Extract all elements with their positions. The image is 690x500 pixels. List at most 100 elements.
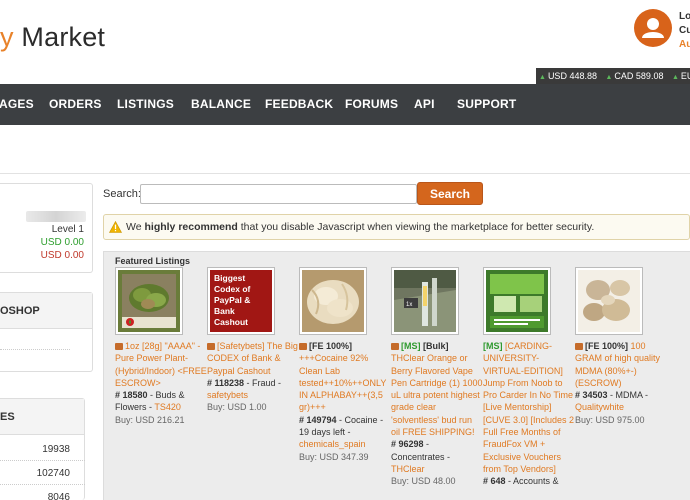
listing-vendor[interactable]: TS420 <box>154 402 181 412</box>
search-input[interactable] <box>140 184 417 204</box>
usd-balance: USD 0.00 <box>40 237 84 248</box>
listing-title[interactable]: 1oz [28g] "AAAA" -Pure Power Plant- (Hyb… <box>115 341 207 388</box>
thumb-line: PayPal & <box>214 295 250 305</box>
listing-thumbnail[interactable] <box>115 267 183 335</box>
nav-balance[interactable]: BALANCE <box>191 84 251 125</box>
listing-thumbnail[interactable] <box>575 267 643 335</box>
up-arrow-icon: ▲ <box>605 74 613 81</box>
cocaine-image-icon <box>302 270 364 332</box>
blurred-username <box>26 211 86 222</box>
codex-image-icon: Biggest Codex of PayPal & Bank Cashout <box>210 270 272 332</box>
listing-price: Buy: USD 216.21 <box>115 414 185 425</box>
main-nav: AGES ORDERS LISTINGS BALANCE FEEDBACK FO… <box>0 84 690 125</box>
nav-support[interactable]: SUPPORT <box>457 84 516 125</box>
vape-image-icon: 1x <box>394 270 456 332</box>
site-logo[interactable]: y Market <box>0 22 105 53</box>
search-label: Search: <box>103 188 141 200</box>
listing-price: Buy: USD 347.39 <box>299 451 369 462</box>
thumb-label: 1x <box>406 302 412 308</box>
logo-accent: y <box>0 22 14 52</box>
security-alert: We highly recommend that you disable Jav… <box>103 214 690 240</box>
listing-description: [FE 100%] +++Cocaine 92% Clean Lab teste… <box>299 340 391 463</box>
listing-category: - Accounts & <box>505 476 559 487</box>
listing-vendor[interactable]: THClear <box>391 464 425 474</box>
account-panel: Level 1 USD 0.00 USD 0.00 <box>0 183 93 273</box>
listing-description: [MS] [CARDING-UNIVERSITY-VIRTUAL-EDITION… <box>483 340 575 488</box>
account-level: Level 1 <box>51 224 84 235</box>
nav-feedback[interactable]: FEEDBACK <box>265 84 333 125</box>
category-count[interactable]: 19938 <box>42 444 70 455</box>
listing-vendor[interactable]: chemicals_spain <box>299 439 366 449</box>
listing-thumbnail[interactable] <box>483 267 551 335</box>
shop-panel: OSHOP <box>0 292 93 372</box>
price-ticker: ▲USD 448.88 ▲CAD 589.08 ▲EUR <box>536 68 690 84</box>
user-line-1[interactable]: Lo <box>679 10 690 24</box>
listing-description: [FE 100%] 100 GRAM of high quality MDMA … <box>575 340 667 426</box>
listing-id: # 648 <box>483 476 506 487</box>
usd-pending: USD 0.00 <box>40 250 84 261</box>
divider <box>0 484 85 485</box>
listing-card: [FE 100%] +++Cocaine 92% Clean Lab teste… <box>299 267 391 463</box>
nav-forums[interactable]: FORUMS <box>345 84 398 125</box>
categories-heading: ES <box>0 399 84 435</box>
carding-image-icon <box>486 270 548 332</box>
package-icon <box>391 343 399 350</box>
listing-tag: [FE 100%] <box>585 341 629 351</box>
listing-price: Buy: USD 48.00 <box>391 476 456 487</box>
package-icon <box>299 343 307 350</box>
package-icon <box>207 343 215 350</box>
listing-vendor[interactable]: Qualitywhite <box>575 402 624 412</box>
listing-category: - Fraud - <box>244 377 282 388</box>
divider <box>0 460 85 461</box>
alert-suffix: that you disable Javascript when viewing… <box>237 221 595 233</box>
listing-card: [FE 100%] 100 GRAM of high quality MDMA … <box>575 267 667 426</box>
listing-price: Buy: USD 1.00 <box>207 402 267 413</box>
listing-price: Buy: USD 975.00 <box>575 414 645 425</box>
listing-title[interactable]: [CARDING-UNIVERSITY-VIRTUAL-EDITION] Jum… <box>483 341 574 474</box>
weed-image-icon <box>118 270 180 332</box>
logo-text: Market <box>21 22 106 52</box>
user-line-3: Au <box>679 39 690 50</box>
listing-card: 1x [MS] [Bulk] THClear Orange or Berry F… <box>391 267 483 488</box>
listing-description: [Safetybets] The Big CODEX of Bank & Pay… <box>207 340 299 414</box>
up-arrow-icon: ▲ <box>671 74 679 81</box>
nav-orders[interactable]: ORDERS <box>49 84 102 125</box>
listing-thumbnail[interactable]: Biggest Codex of PayPal & Bank Cashout <box>207 267 275 335</box>
price-eur: EUR <box>680 71 690 81</box>
category-count[interactable]: 102740 <box>37 468 70 479</box>
listing-id: # 18580 <box>115 390 148 401</box>
category-count[interactable]: 8046 <box>48 492 70 500</box>
categories-panel: ES 19938 102740 8046 <box>0 398 85 500</box>
listing-title[interactable]: THClear Orange or Berry Flavored Vape Pe… <box>391 353 483 437</box>
package-icon <box>115 343 123 350</box>
listing-title[interactable]: +++Cocaine 92% Clean Lab tested++10%++ON… <box>299 353 386 412</box>
thumb-line: Codex of <box>214 284 251 294</box>
listing-thumbnail[interactable] <box>299 267 367 335</box>
listing-description: 1oz [28g] "AAAA" -Pure Power Plant- (Hyb… <box>115 340 207 426</box>
search-button[interactable]: Search <box>417 182 483 205</box>
listing-thumbnail[interactable]: 1x <box>391 267 459 335</box>
listing-tag: [FE 100%] <box>309 341 353 351</box>
up-arrow-icon: ▲ <box>539 74 546 81</box>
listing-id: # 118238 <box>207 377 245 388</box>
nav-listings[interactable]: LISTINGS <box>117 84 174 125</box>
listing-tag: [MS] <box>483 341 503 351</box>
listing-tag-secondary: [Bulk] <box>420 341 449 351</box>
listing-id: # 34503 <box>575 390 608 401</box>
thumb-line: Bank <box>214 306 235 316</box>
user-line-2: Cu <box>679 25 690 36</box>
thumb-line: Cashout <box>214 317 248 327</box>
featured-title: Featured Listings <box>115 256 191 266</box>
alert-prefix: We <box>126 221 145 233</box>
listing-id: # 96298 <box>391 439 424 450</box>
divider <box>0 173 690 174</box>
listing-card: Biggest Codex of PayPal & Bank Cashout [… <box>207 267 299 414</box>
alert-strong: highly recommend <box>144 221 238 233</box>
divider <box>0 349 70 350</box>
nav-messages[interactable]: AGES <box>0 84 34 125</box>
listing-title[interactable]: [Safetybets] The Big CODEX of Bank & Pay… <box>207 341 298 376</box>
nav-api[interactable]: API <box>414 84 435 125</box>
listing-vendor[interactable]: safetybets <box>207 390 248 400</box>
price-cad: CAD 589.08 <box>614 71 664 81</box>
avatar[interactable] <box>634 9 672 47</box>
